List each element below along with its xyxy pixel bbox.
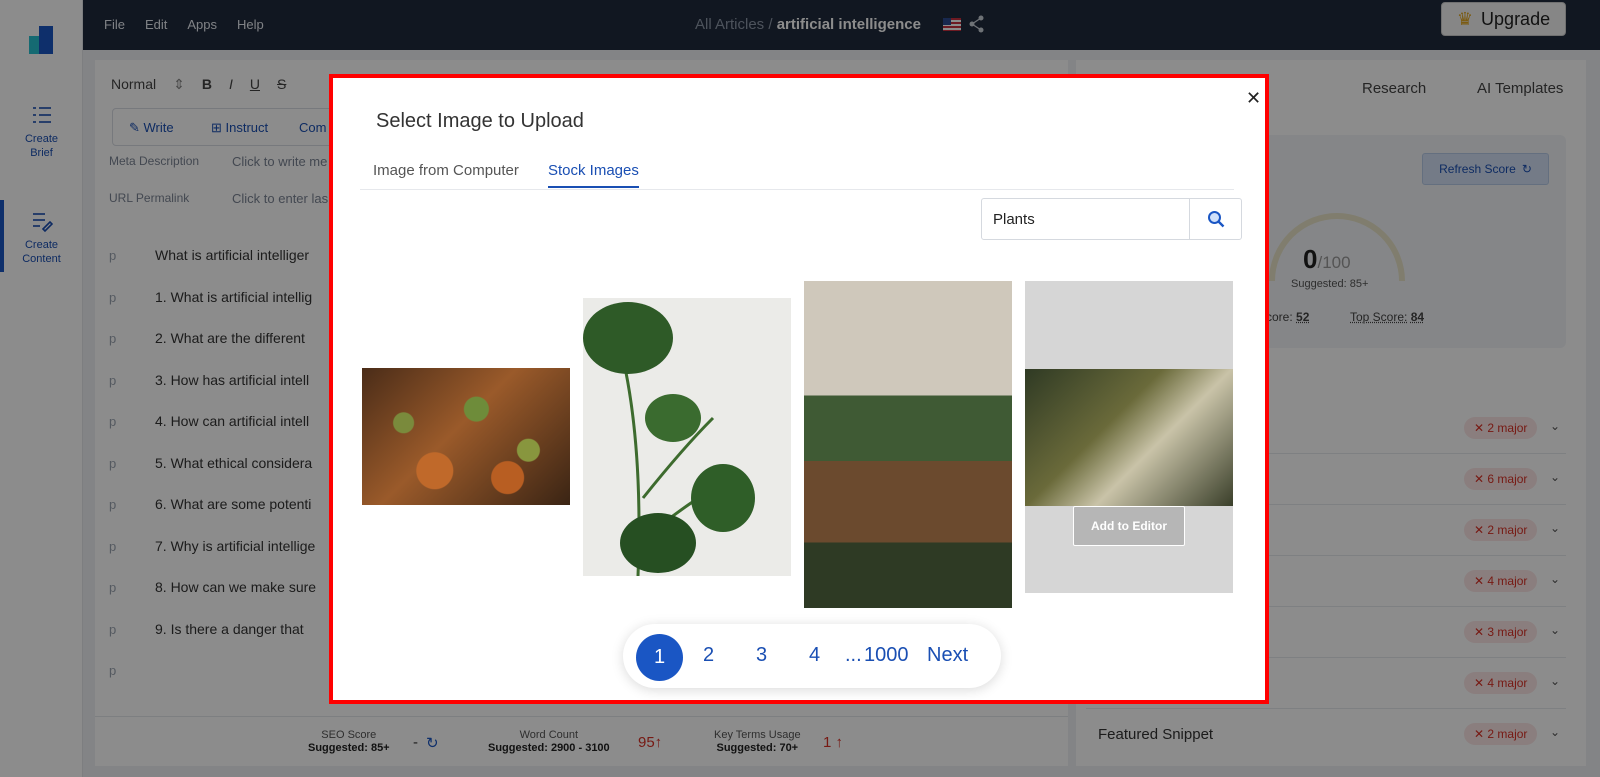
select-image-modal: ✕ Select Image to Upload Image from Comp… — [329, 74, 1269, 704]
page-last-button[interactable]: 1000 — [864, 644, 909, 667]
page-2-button[interactable]: 2 — [703, 644, 714, 667]
close-icon[interactable]: ✕ — [1246, 88, 1261, 109]
stock-image-plant-shop[interactable] — [804, 281, 1012, 608]
page-3-button[interactable]: 3 — [756, 644, 767, 667]
modal-title: Select Image to Upload — [376, 110, 584, 132]
pagination-ellipsis: ... — [845, 644, 862, 666]
stock-search — [981, 198, 1242, 240]
pagination: 1 2 3 4 ... 1000 Next — [623, 624, 1001, 688]
tab-image-from-computer[interactable]: Image from Computer — [373, 162, 519, 186]
stock-image-cactus[interactable] — [362, 368, 570, 505]
search-button[interactable] — [1190, 199, 1241, 239]
next-page-button[interactable]: Next — [927, 644, 968, 667]
stock-image-hover[interactable]: Add to Editor — [1025, 281, 1233, 593]
tab-stock-images[interactable]: Stock Images — [548, 162, 639, 188]
stock-image-leaves: Add to Editor — [1025, 369, 1233, 546]
stock-image-monstera[interactable] — [583, 298, 791, 576]
page-4-button[interactable]: 4 — [809, 644, 820, 667]
page-1-button[interactable]: 1 — [636, 634, 683, 681]
add-to-editor-button[interactable]: Add to Editor — [1073, 506, 1185, 546]
search-input[interactable] — [982, 199, 1190, 239]
search-icon — [1207, 211, 1224, 228]
monstera-plant-image — [583, 302, 755, 576]
modal-tabs: Image from Computer Stock Images — [360, 156, 1234, 190]
